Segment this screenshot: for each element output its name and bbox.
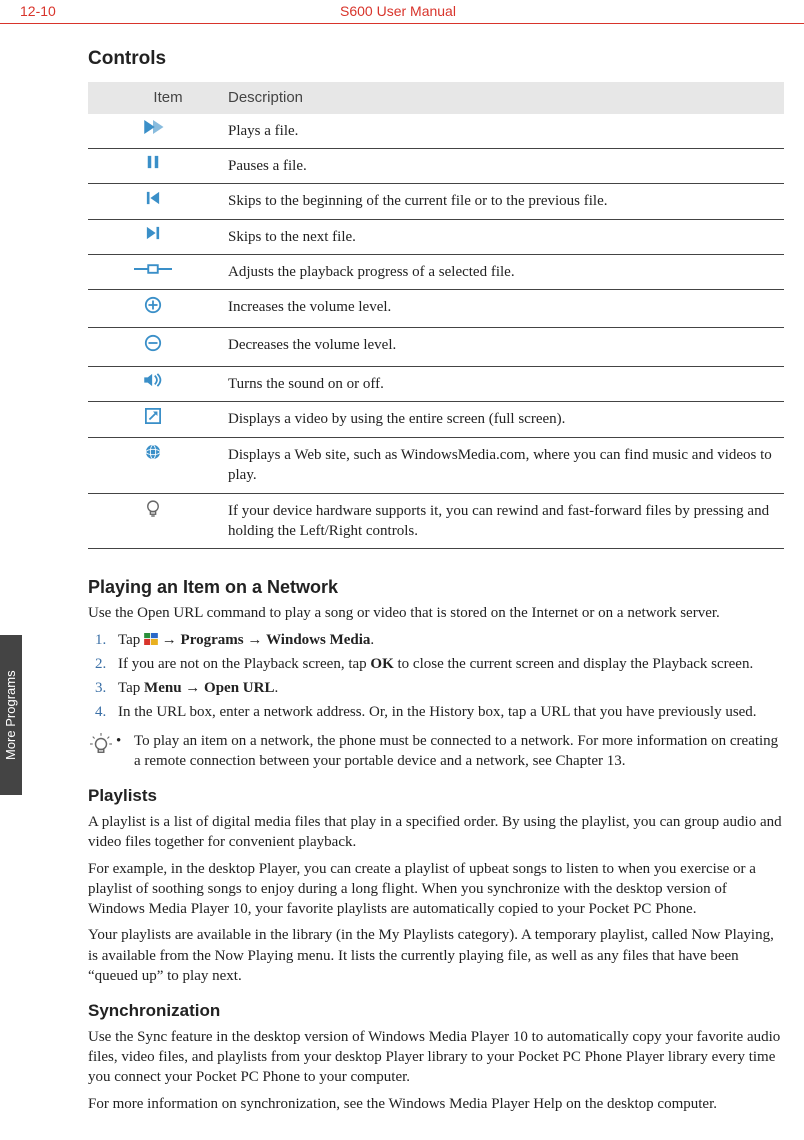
table-row: Adjusts the playback progress of a selec… bbox=[88, 254, 784, 289]
controls-table: Item Description Plays a file. Pauses a … bbox=[88, 82, 784, 550]
web-icon bbox=[145, 444, 161, 466]
play-icon bbox=[142, 120, 164, 140]
tip-text: To play an item on a network, the phone … bbox=[134, 731, 784, 772]
control-desc: If your device hardware supports it, you… bbox=[218, 493, 784, 549]
pause-icon bbox=[146, 155, 160, 175]
table-row: Pauses a file. bbox=[88, 149, 784, 184]
next-icon bbox=[146, 226, 160, 246]
table-row: Displays a video by using the entire scr… bbox=[88, 401, 784, 437]
table-row: Skips to the next file. bbox=[88, 219, 784, 254]
table-row: Skips to the beginning of the current fi… bbox=[88, 184, 784, 219]
control-desc: Skips to the next file. bbox=[218, 219, 784, 254]
vol-up-icon bbox=[144, 296, 162, 320]
progress-icon bbox=[134, 261, 172, 281]
vol-down-icon bbox=[144, 334, 162, 358]
sync-heading: Synchronization bbox=[88, 1000, 784, 1023]
sync-p2: For more information on synchronization,… bbox=[88, 1094, 784, 1114]
start-icon bbox=[144, 631, 158, 643]
network-steps: Tap → Programs → Windows Media. If you a… bbox=[88, 630, 784, 723]
mute-icon bbox=[143, 373, 163, 393]
step-4: In the URL box, enter a network address.… bbox=[110, 702, 784, 722]
table-row: Plays a file. bbox=[88, 114, 784, 149]
step-2: If you are not on the Playback screen, t… bbox=[110, 654, 784, 674]
tip-note: • To play an item on a network, the phon… bbox=[90, 731, 784, 772]
control-desc: Increases the volume level. bbox=[218, 290, 784, 328]
control-desc: Skips to the beginning of the current fi… bbox=[218, 184, 784, 219]
doc-title: S600 User Manual bbox=[340, 2, 784, 21]
fullscreen-icon bbox=[145, 408, 161, 430]
table-row: Increases the volume level. bbox=[88, 290, 784, 328]
page-content: Controls Item Description Plays a file. … bbox=[0, 24, 804, 1140]
network-intro: Use the Open URL command to play a song … bbox=[88, 603, 784, 623]
table-row: Decreases the volume level. bbox=[88, 328, 784, 366]
bulb-icon bbox=[90, 731, 116, 772]
page-header: 12-10 S600 User Manual bbox=[0, 0, 804, 24]
table-row: If your device hardware supports it, you… bbox=[88, 493, 784, 549]
table-row: Turns the sound on or off. bbox=[88, 366, 784, 401]
control-desc: Pauses a file. bbox=[218, 149, 784, 184]
step-3: Tap Menu → Open URL. bbox=[110, 678, 784, 698]
prev-icon bbox=[146, 191, 160, 211]
sync-p1: Use the Sync feature in the desktop vers… bbox=[88, 1027, 784, 1088]
control-desc: Adjusts the playback progress of a selec… bbox=[218, 254, 784, 289]
controls-heading: Controls bbox=[88, 46, 784, 72]
control-desc: Displays a Web site, such as WindowsMedi… bbox=[218, 438, 784, 494]
playlists-p1: A playlist is a list of digital media fi… bbox=[88, 812, 784, 853]
page-number: 12-10 bbox=[20, 2, 340, 21]
table-row: Displays a Web site, such as WindowsMedi… bbox=[88, 438, 784, 494]
side-tab: More Programs bbox=[0, 635, 22, 795]
col-item: Item bbox=[88, 82, 218, 114]
playlists-p2: For example, in the desktop Player, you … bbox=[88, 859, 784, 920]
network-heading: Playing an Item on a Network bbox=[88, 575, 784, 599]
control-desc: Decreases the volume level. bbox=[218, 328, 784, 366]
col-desc: Description bbox=[218, 82, 784, 114]
step-1: Tap → Programs → Windows Media. bbox=[110, 630, 784, 650]
playlists-heading: Playlists bbox=[88, 785, 784, 808]
playlists-p3: Your playlists are available in the libr… bbox=[88, 925, 784, 986]
tip-bulb-icon bbox=[146, 500, 160, 524]
control-desc: Plays a file. bbox=[218, 114, 784, 149]
control-desc: Displays a video by using the entire scr… bbox=[218, 401, 784, 437]
control-desc: Turns the sound on or off. bbox=[218, 366, 784, 401]
